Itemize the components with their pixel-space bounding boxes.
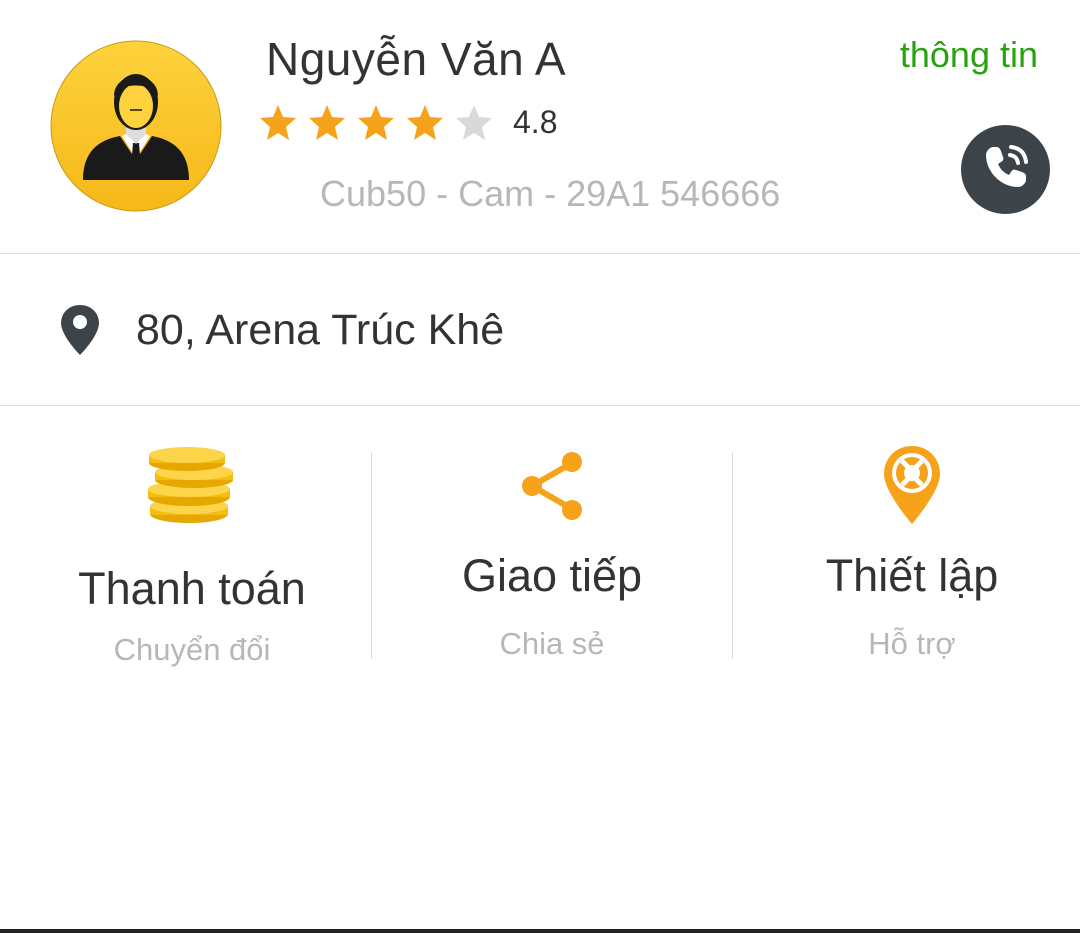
call-button[interactable]: [961, 125, 1050, 214]
action-grid: Thanh toán Chuyển đổi Giao tiếp Chia sẻ: [0, 406, 1080, 696]
star-empty-icon: [456, 105, 492, 140]
star-filled-icon: [358, 105, 394, 140]
driver-profile-card: Nguyễn Văn A 4.8 Cub50 - Cam - 29A1 5466…: [0, 0, 1080, 254]
share-action[interactable]: Giao tiếp Chia sẻ: [372, 406, 732, 696]
rating-value: 4.8: [513, 104, 558, 140]
payment-title: Thanh toán: [78, 563, 306, 614]
share-subtitle: Chia sẻ: [499, 626, 605, 661]
star-filled-icon: [407, 105, 443, 140]
rating-stars: [258, 102, 503, 142]
payment-subtitle: Chuyển đổi: [113, 632, 271, 667]
pickup-address-row[interactable]: 80, Arena Trúc Khê: [0, 254, 1080, 406]
star-filled-icon: [260, 105, 296, 140]
payment-action[interactable]: Thanh toán Chuyển đổi: [13, 406, 371, 696]
star-filled-icon: [309, 105, 345, 140]
settings-title: Thiết lập: [825, 550, 999, 601]
location-pin-icon: [60, 304, 100, 356]
share-icon: [519, 450, 585, 527]
bottom-edge: [0, 929, 1080, 933]
share-title: Giao tiếp: [461, 550, 643, 601]
phone-call-icon: [978, 139, 1034, 200]
vehicle-info: Cub50 - Cam - 29A1 546666: [320, 173, 781, 214]
support-pin-icon: [882, 444, 942, 531]
driver-name: Nguyễn Văn A: [266, 33, 567, 85]
driver-avatar-icon: [50, 40, 222, 212]
settings-action[interactable]: Thiết lập Hỗ trợ: [733, 406, 1080, 696]
settings-subtitle: Hỗ trợ: [868, 626, 956, 661]
pickup-address: 80, Arena Trúc Khê: [136, 306, 505, 354]
driver-info-screen: Nguyễn Văn A 4.8 Cub50 - Cam - 29A1 5466…: [0, 0, 1080, 933]
coins-icon: [147, 444, 237, 531]
info-link[interactable]: thông tin: [900, 34, 1038, 76]
